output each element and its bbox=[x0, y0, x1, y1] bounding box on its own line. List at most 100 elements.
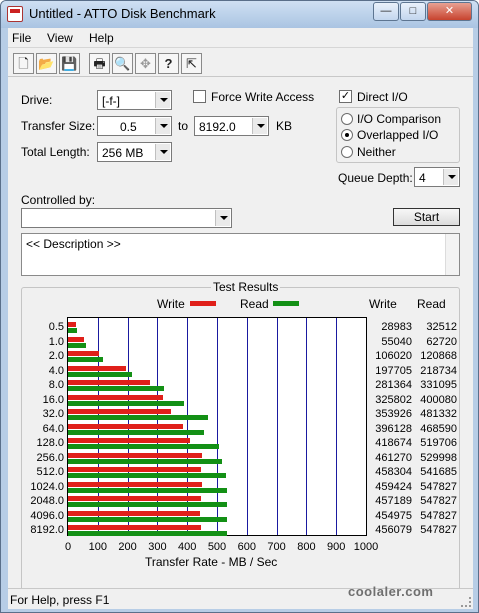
read-value: 481332 bbox=[420, 408, 457, 420]
gridline bbox=[246, 318, 248, 535]
menu-view[interactable]: View bbox=[47, 31, 73, 45]
resize-grip-icon[interactable] bbox=[461, 597, 471, 607]
overlapped-io-radio[interactable] bbox=[341, 129, 353, 141]
controlled-by-select[interactable] bbox=[21, 208, 232, 228]
transfer-size-from-select[interactable]: 0.5 bbox=[97, 116, 172, 136]
row-label: 8192.0 bbox=[30, 524, 64, 536]
chevron-down-icon[interactable] bbox=[155, 118, 170, 134]
write-value: 459424 bbox=[375, 480, 412, 493]
write-value: 458304 bbox=[375, 466, 412, 478]
row-label: 2048.0 bbox=[30, 495, 64, 507]
total-length-select[interactable]: 256 MB bbox=[97, 142, 172, 162]
read-value: 468590 bbox=[420, 422, 457, 435]
controlled-by-label: Controlled by: bbox=[21, 193, 96, 207]
write-value: 106020 bbox=[375, 350, 412, 362]
description-text: << Description >> bbox=[26, 237, 121, 251]
watermark: coolaler.com bbox=[348, 584, 434, 599]
chevron-down-icon[interactable] bbox=[215, 210, 230, 226]
title-bar[interactable]: Untitled - ATTO Disk Benchmark — □ ✕ bbox=[1, 1, 478, 28]
chevron-down-icon[interactable] bbox=[155, 144, 170, 160]
write-bar bbox=[68, 481, 202, 487]
close-button[interactable]: ✕ bbox=[427, 2, 472, 21]
row-label: 4096.0 bbox=[30, 509, 64, 522]
start-button[interactable]: Start bbox=[393, 208, 460, 226]
read-value: 547827 bbox=[420, 524, 457, 536]
maximize-button[interactable]: □ bbox=[400, 2, 426, 21]
minimize-button[interactable]: — bbox=[373, 2, 399, 21]
chevron-down-icon[interactable] bbox=[155, 92, 170, 108]
row-label: 32.0 bbox=[42, 408, 64, 420]
help-icon[interactable]: ? bbox=[158, 53, 179, 74]
col-header-read: Read bbox=[417, 297, 446, 311]
read-bar bbox=[68, 473, 226, 478]
x-tick-label: 200 bbox=[118, 541, 137, 553]
read-bar bbox=[68, 487, 228, 493]
write-bar bbox=[68, 452, 203, 458]
toolbar: 🗋 📂 💾 🖶 🔍 ✥ ? ⇱ bbox=[8, 49, 473, 77]
read-bar bbox=[68, 386, 165, 391]
kb-label: KB bbox=[276, 119, 293, 133]
queue-depth-value: 4 bbox=[419, 171, 426, 185]
row-label: 0.5 bbox=[48, 321, 64, 333]
queue-depth-select[interactable]: 4 bbox=[414, 167, 460, 187]
app-window: Untitled - ATTO Disk Benchmark — □ ✕ Fil… bbox=[0, 0, 479, 613]
queue-depth-label: Queue Depth: bbox=[338, 171, 413, 185]
col-header-write: Write bbox=[369, 297, 397, 311]
force-write-label[interactable]: Force Write Access bbox=[211, 90, 314, 104]
x-tick-label: 1000 bbox=[353, 541, 379, 553]
chevron-down-icon[interactable] bbox=[252, 118, 267, 134]
menu-file[interactable]: File bbox=[12, 31, 31, 45]
drive-select[interactable]: [-f-] bbox=[97, 90, 172, 110]
write-value: 454975 bbox=[375, 509, 412, 522]
write-value: 456079 bbox=[375, 524, 412, 536]
row-label: 128.0 bbox=[36, 437, 64, 449]
gridline bbox=[306, 318, 308, 535]
direct-io-label[interactable]: Direct I/O bbox=[357, 90, 408, 104]
read-bar bbox=[68, 516, 228, 522]
row-label: 512.0 bbox=[36, 466, 64, 478]
move-icon[interactable]: ✥ bbox=[135, 53, 156, 74]
test-results-group: Test Results Write Read Write Read 0.5 28… bbox=[21, 280, 460, 597]
io-comparison-radio[interactable] bbox=[341, 113, 353, 125]
direct-io-checkbox[interactable]: ✓ bbox=[339, 90, 352, 103]
to-label: to bbox=[178, 119, 189, 133]
open-folder-icon[interactable]: 📂 bbox=[36, 53, 57, 74]
window-title: Untitled - ATTO Disk Benchmark bbox=[29, 6, 216, 21]
save-icon[interactable]: 💾 bbox=[59, 53, 80, 74]
write-bar bbox=[68, 351, 99, 356]
transfer-size-label: Transfer Size: bbox=[21, 119, 96, 133]
read-value: 120868 bbox=[420, 350, 457, 362]
read-value: 519706 bbox=[420, 437, 457, 449]
description-box[interactable]: << Description >> bbox=[21, 233, 460, 276]
chevron-down-icon[interactable] bbox=[443, 169, 458, 185]
read-value: 32512 bbox=[426, 321, 457, 333]
read-value: 547827 bbox=[420, 495, 457, 507]
io-comparison-label[interactable]: I/O Comparison bbox=[357, 112, 441, 126]
chart-title: Test Results bbox=[211, 280, 281, 294]
read-bar bbox=[68, 371, 132, 377]
transfer-size-to-select[interactable]: 8192.0 bbox=[194, 116, 269, 136]
print-preview-icon[interactable]: 🔍 bbox=[112, 53, 133, 74]
context-help-icon[interactable]: ⇱ bbox=[181, 53, 202, 74]
description-scrollbar[interactable] bbox=[445, 234, 459, 275]
read-bar bbox=[68, 531, 228, 536]
write-bar bbox=[68, 525, 201, 530]
write-value: 457189 bbox=[375, 495, 412, 507]
read-value: 529998 bbox=[420, 451, 457, 464]
row-label: 256.0 bbox=[36, 451, 64, 464]
row-label: 8.0 bbox=[48, 379, 64, 391]
write-value: 461270 bbox=[375, 451, 412, 464]
write-value: 281364 bbox=[375, 379, 412, 391]
row-label: 2.0 bbox=[48, 350, 64, 362]
x-tick-label: 600 bbox=[237, 541, 256, 553]
neither-radio[interactable] bbox=[341, 146, 353, 158]
print-icon[interactable]: 🖶 bbox=[89, 53, 110, 74]
overlapped-io-label[interactable]: Overlapped I/O bbox=[357, 128, 438, 142]
total-length-value: 256 MB bbox=[102, 146, 144, 160]
neither-label[interactable]: Neither bbox=[357, 145, 396, 159]
write-value: 353926 bbox=[375, 408, 412, 420]
menu-help[interactable]: Help bbox=[89, 31, 114, 45]
new-file-icon[interactable]: 🗋 bbox=[13, 53, 34, 74]
write-value: 55040 bbox=[381, 335, 412, 348]
force-write-checkbox[interactable] bbox=[193, 90, 206, 103]
